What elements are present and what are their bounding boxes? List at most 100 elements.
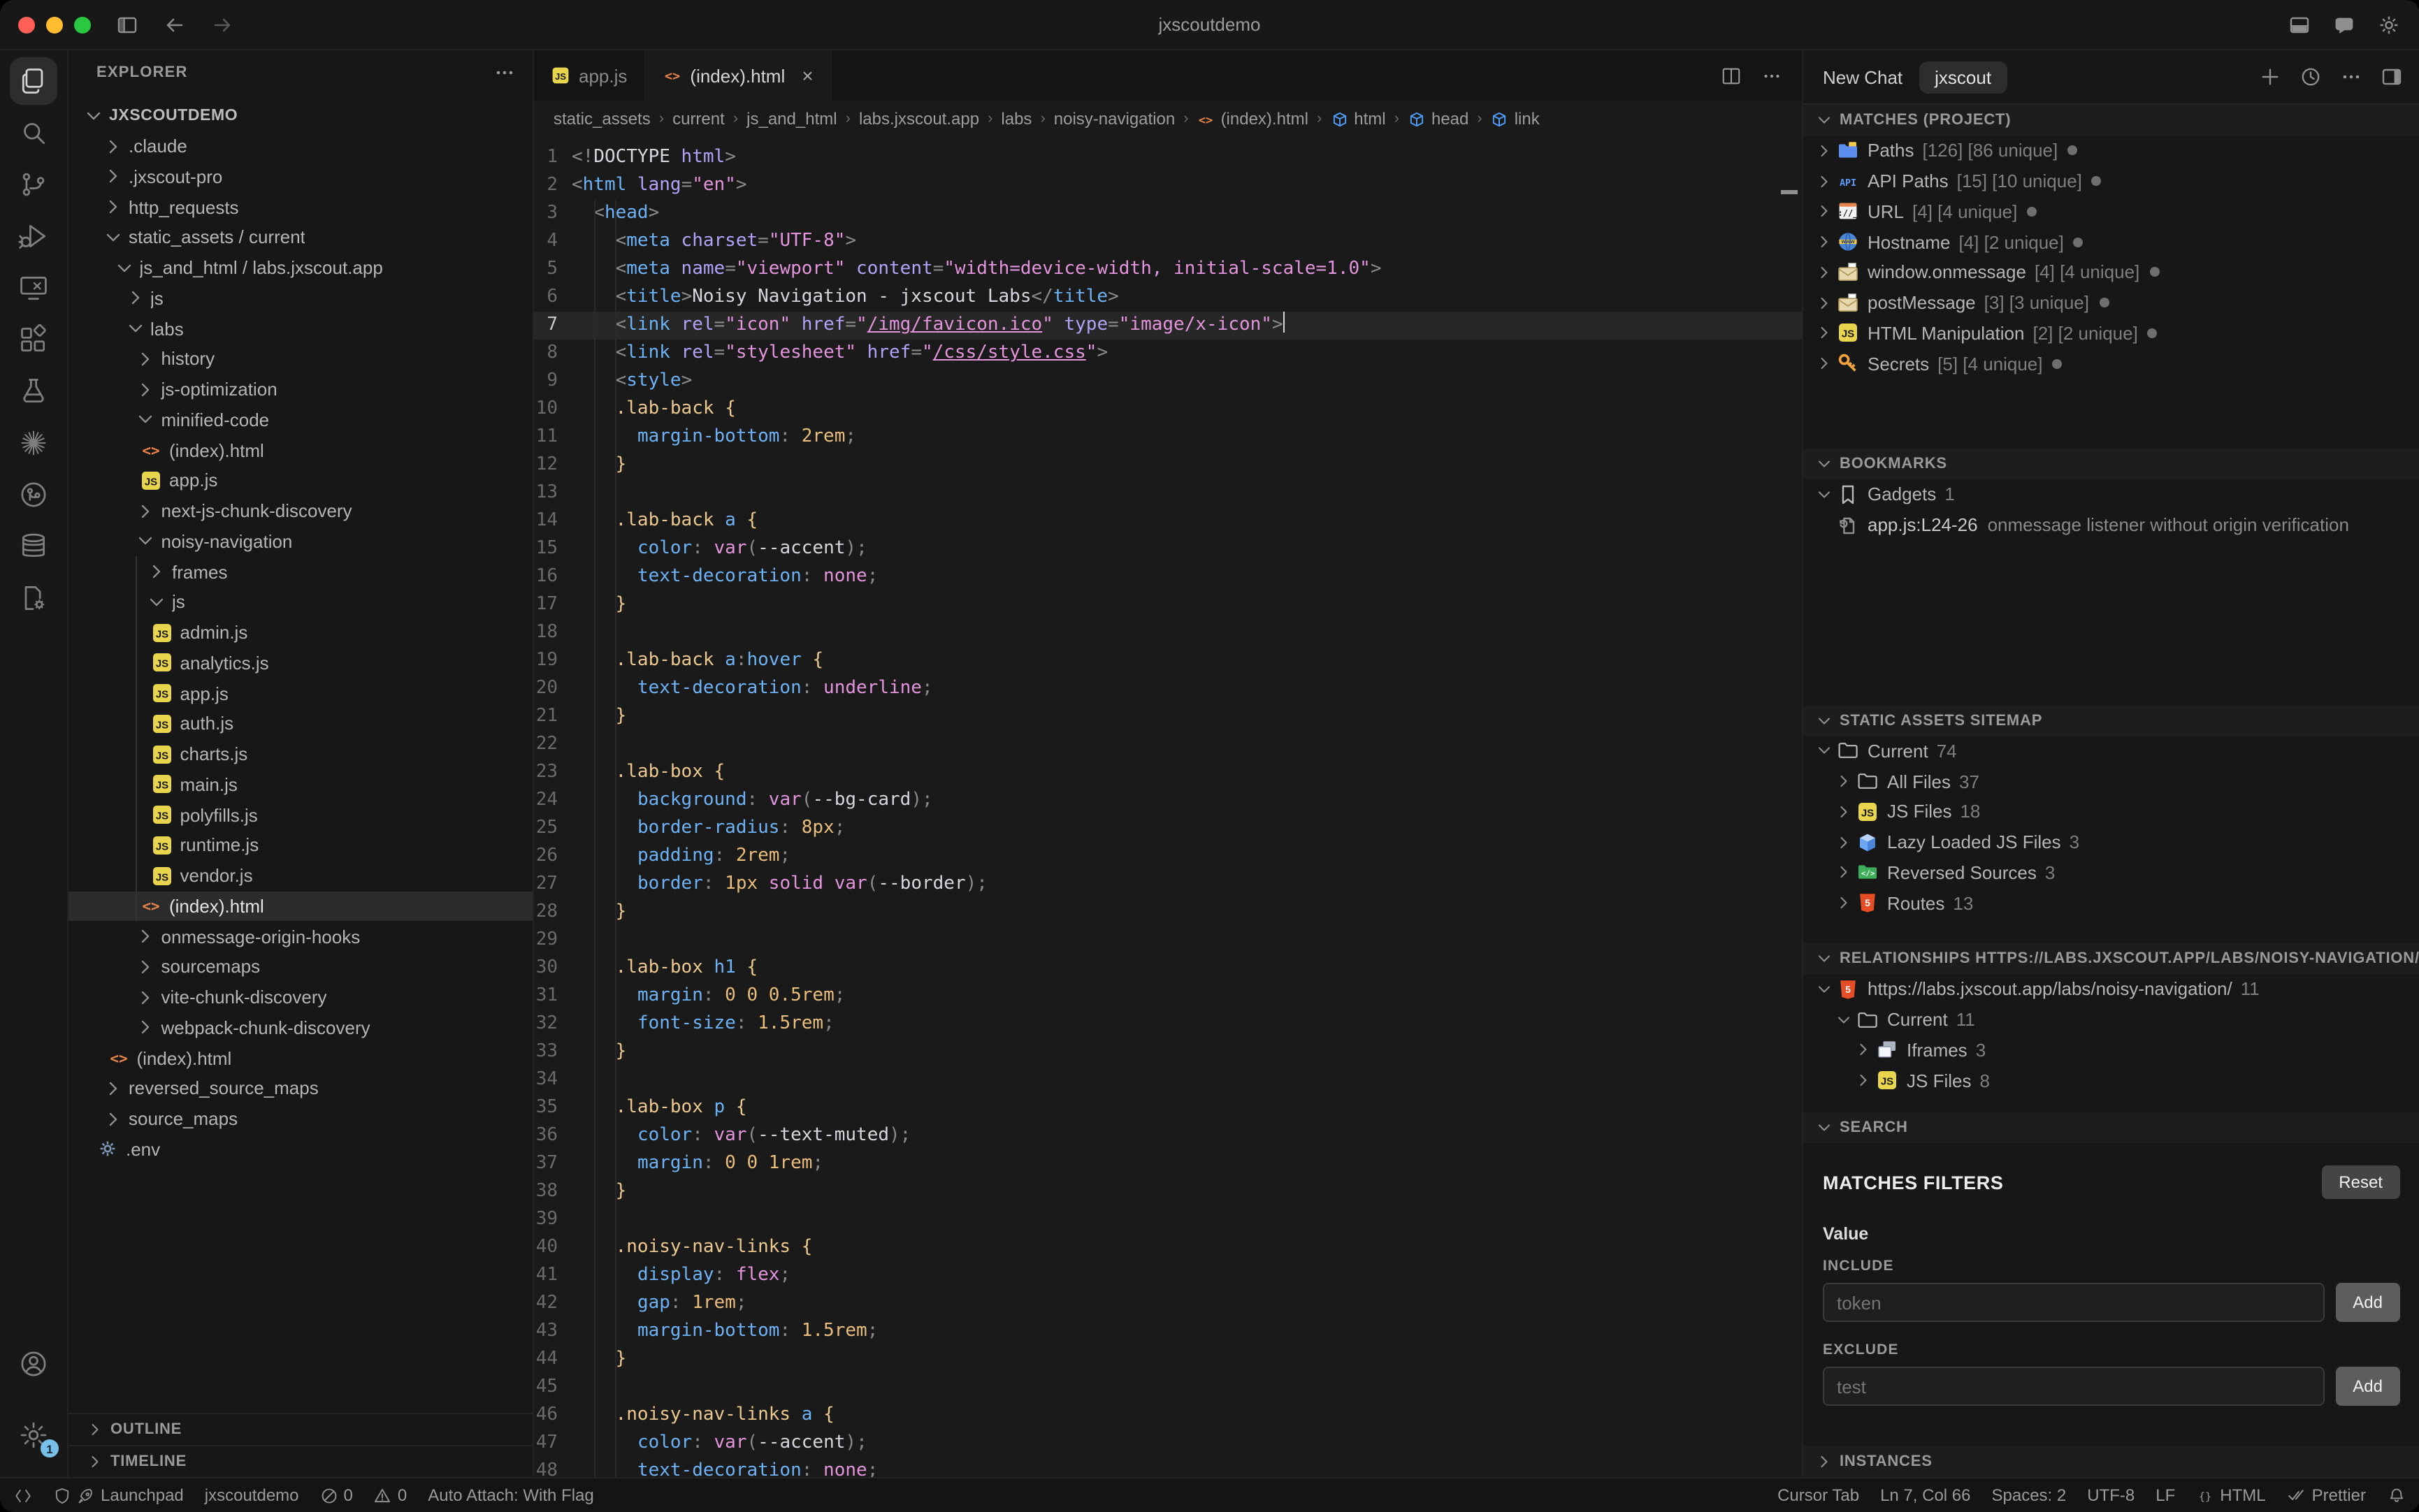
activity-bar-item-jxscout[interactable] [0, 468, 67, 520]
sidebar-section-timeline[interactable]: TIMELINE [68, 1445, 533, 1477]
code-line-44[interactable]: 44 } [534, 1346, 1802, 1374]
file--index-html[interactable]: <>(index).html [68, 891, 533, 922]
file-auth-js[interactable]: JSauth.js [68, 708, 533, 739]
match-url[interactable]: ://_URL[4] [4 unique] [1803, 196, 2419, 227]
toggle-secondary-sidebar-icon[interactable] [2380, 66, 2402, 88]
code-line-23[interactable]: 23 .lab-box { [534, 759, 1802, 787]
section-header-search[interactable]: SEARCH [1803, 1112, 2419, 1143]
status-indentation[interactable]: Spaces: 2 [1992, 1485, 2067, 1505]
breadcrumb-item-head[interactable]: head [1408, 109, 1468, 129]
file-main-js[interactable]: JSmain.js [68, 769, 533, 800]
folder-labs[interactable]: labs [68, 314, 533, 344]
status-project[interactable]: jxscoutdemo [205, 1485, 299, 1505]
section-header-instances[interactable]: INSTANCES [1803, 1446, 2419, 1477]
code-line-43[interactable]: 43 margin-bottom: 1.5rem; [534, 1318, 1802, 1346]
activity-bar-item-accounts[interactable] [0, 1337, 67, 1389]
code-line-2[interactable]: 2<html lang="en"> [534, 172, 1802, 200]
window-controls[interactable] [0, 16, 91, 33]
code-line-11[interactable]: 11 margin-bottom: 2rem; [534, 423, 1802, 451]
relationship-https-labs-jxscout-app-labs-noisy-naviga[interactable]: 5https://labs.jxscout.app/labs/noisy-nav… [1803, 974, 2419, 1005]
breadcrumb-item-html[interactable]: html [1330, 109, 1385, 129]
folder-next-js-chunk-discovery[interactable]: next-js-chunk-discovery [68, 496, 533, 527]
code-line-8[interactable]: 8 <link rel="stylesheet" href="/css/styl… [534, 340, 1802, 368]
activity-bar-item-source-control[interactable] [0, 158, 67, 210]
new-chat-plus-icon[interactable] [2258, 66, 2281, 88]
file--index-html[interactable]: <>(index).html [68, 435, 533, 466]
editor-tab-app-js[interactable]: JSapp.js [534, 50, 645, 101]
folder-reversed-source-maps[interactable]: reversed_source_maps [68, 1073, 533, 1104]
activity-bar-item-search[interactable] [0, 106, 67, 158]
folder-js-and-html-labs-jxscout-app[interactable]: js_and_html / labs.jxscout.app [68, 253, 533, 284]
activity-bar-item-snippets[interactable] [0, 572, 67, 623]
code-line-25[interactable]: 25 border-radius: 8px; [534, 815, 1802, 843]
match-window-onmessage[interactable]: window.onmessage[4] [4 unique] [1803, 257, 2419, 288]
exclude-input[interactable] [1823, 1367, 2325, 1406]
breadcrumb-item--index-html[interactable]: <>(index).html [1197, 109, 1308, 129]
status-errors[interactable]: 0 [320, 1485, 353, 1505]
code-line-31[interactable]: 31 margin: 0 0 0.5rem; [534, 982, 1802, 1010]
code-line-33[interactable]: 33 } [534, 1038, 1802, 1066]
code-line-41[interactable]: 41 display: flex; [534, 1262, 1802, 1290]
breadcrumb-item-js-and-html[interactable]: js_and_html [746, 109, 837, 129]
code-editor[interactable]: 1<!DOCTYPE html>2<html lang="en">3 <head… [534, 137, 1802, 1477]
include-input[interactable] [1823, 1283, 2325, 1322]
folder-history[interactable]: history [68, 344, 533, 375]
code-line-38[interactable]: 38 } [534, 1178, 1802, 1206]
code-line-3[interactable]: 3 <head> [534, 200, 1802, 228]
sitemap-lazy-loaded-js-files[interactable]: Lazy Loaded JS Files3 [1803, 827, 2419, 858]
breadcrumb-item-noisy-navigation[interactable]: noisy-navigation [1054, 109, 1175, 129]
include-add-button[interactable]: Add [2336, 1283, 2399, 1322]
status-remote-indicator[interactable] [14, 1486, 32, 1504]
folder-noisy-navigation[interactable]: noisy-navigation [68, 526, 533, 557]
code-line-17[interactable]: 17 } [534, 591, 1802, 619]
code-line-19[interactable]: 19 .lab-back a:hover { [534, 647, 1802, 675]
folder-frames[interactable]: frames [68, 557, 533, 588]
code-line-10[interactable]: 10 .lab-back { [534, 395, 1802, 423]
status-eol[interactable]: LF [2156, 1485, 2175, 1505]
code-line-46[interactable]: 46 .noisy-nav-links a { [534, 1402, 1802, 1430]
match-api-paths[interactable]: APIAPI Paths[15] [10 unique] [1803, 166, 2419, 197]
new-chat-label[interactable]: New Chat [1823, 66, 1902, 87]
folder-source-maps[interactable]: source_maps [68, 1104, 533, 1135]
folder-http-requests[interactable]: http_requests [68, 192, 533, 223]
file--env[interactable]: .env [68, 1134, 533, 1165]
code-line-13[interactable]: 13 [534, 479, 1802, 507]
code-line-6[interactable]: 6 <title>Noisy Navigation - jxscout Labs… [534, 284, 1802, 312]
folder-webpack-chunk-discovery[interactable]: webpack-chunk-discovery [68, 1012, 533, 1043]
activity-bar-item-database[interactable] [0, 520, 67, 572]
section-header-bookmarks[interactable]: BOOKMARKS [1803, 449, 2419, 479]
status-encoding[interactable]: UTF-8 [2087, 1485, 2135, 1505]
code-line-32[interactable]: 32 font-size: 1.5rem; [534, 1010, 1802, 1038]
match-html-manipulation[interactable]: JSHTML Manipulation[2] [2 unique] [1803, 318, 2419, 349]
breadcrumb-item-link[interactable]: link [1491, 109, 1540, 129]
file-polyfills-js[interactable]: JSpolyfills.js [68, 800, 533, 831]
file--index-html[interactable]: <>(index).html [68, 1043, 533, 1074]
folder-minified-code[interactable]: minified-code [68, 405, 533, 435]
activity-bar-item-testing[interactable] [0, 365, 67, 416]
relationship-js-files[interactable]: JSJS Files8 [1803, 1066, 2419, 1096]
sitemap-routes[interactable]: 5Routes13 [1803, 888, 2419, 919]
maximize-window-button[interactable] [74, 16, 91, 33]
code-line-9[interactable]: 9 <style> [534, 368, 1802, 395]
status-launchpad[interactable]: Launchpad [53, 1485, 184, 1505]
bookmark-item[interactable]: app.js:L24-26onmessage listener without … [1803, 510, 2419, 541]
code-line-20[interactable]: 20 text-decoration: underline; [534, 675, 1802, 703]
toggle-sidebar-icon[interactable] [116, 13, 138, 36]
jxscout-tab[interactable]: jxscout [1919, 61, 2007, 93]
navigate-forward-icon[interactable] [211, 13, 233, 36]
activity-bar-item-burst[interactable] [0, 416, 67, 468]
folder-onmessage-origin-hooks[interactable]: onmessage-origin-hooks [68, 922, 533, 952]
activity-bar-item-settings[interactable]: 1 [0, 1409, 67, 1460]
code-line-5[interactable]: 5 <meta name="viewport" content="width=d… [534, 256, 1802, 284]
chat-history-icon[interactable] [2299, 66, 2321, 88]
code-line-16[interactable]: 16 text-decoration: none; [534, 563, 1802, 591]
breadcrumb-item-labs-jxscout-app[interactable]: labs.jxscout.app [859, 109, 979, 129]
file-charts-js[interactable]: JScharts.js [68, 739, 533, 770]
code-line-34[interactable]: 34 [534, 1066, 1802, 1094]
file-vendor-js[interactable]: JSvendor.js [68, 861, 533, 892]
sidebar-section-outline[interactable]: OUTLINE [68, 1413, 533, 1445]
editor-tab--index-html[interactable]: <>(index).html× [645, 50, 831, 101]
code-line-14[interactable]: 14 .lab-back a { [534, 507, 1802, 535]
activity-bar-item-extensions[interactable] [0, 313, 67, 365]
code-line-47[interactable]: 47 color: var(--accent); [534, 1430, 1802, 1458]
